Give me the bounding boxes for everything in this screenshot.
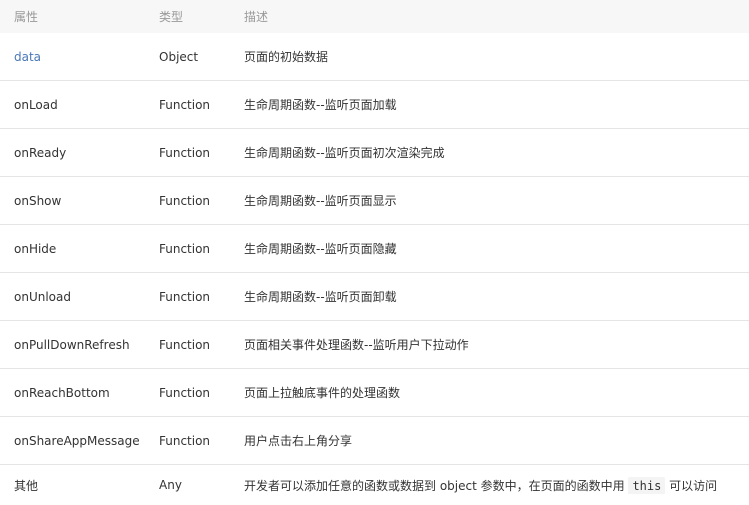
table-row: onLoad Function 生命周期函数--监听页面加载 bbox=[0, 81, 749, 129]
row-type: Function bbox=[159, 241, 211, 256]
row-name: onPullDownRefresh bbox=[14, 337, 130, 352]
row-type: Function bbox=[159, 385, 211, 400]
row-desc: 开发者可以添加任意的函数或数据到 object 参数中，在页面的函数中用 thi… bbox=[244, 476, 749, 494]
table-row: onReady Function 生命周期函数--监听页面初次渲染完成 bbox=[0, 129, 749, 177]
row-desc: 生命周期函数--监听页面初次渲染完成 bbox=[244, 146, 445, 160]
row-name: onShow bbox=[14, 193, 62, 208]
row-desc: 生命周期函数--监听页面卸载 bbox=[244, 290, 397, 304]
row-type: Object bbox=[159, 49, 199, 64]
table-row: data Object 页面的初始数据 bbox=[0, 33, 749, 81]
row-desc: 页面上拉触底事件的处理函数 bbox=[244, 386, 401, 400]
table-row: onUnload Function 生命周期函数--监听页面卸载 bbox=[0, 273, 749, 321]
desc-text-pre: 开发者可以添加任意的函数或数据到 object 参数中，在页面的函数中用 bbox=[244, 478, 629, 493]
row-type: Any bbox=[159, 478, 182, 492]
table-row: onShareAppMessage Function 用户点击右上角分享 bbox=[0, 417, 749, 465]
row-name: onReachBottom bbox=[14, 385, 110, 400]
header-type: 类型 bbox=[159, 10, 184, 24]
table-row: 其他 Any 开发者可以添加任意的函数或数据到 object 参数中，在页面的函… bbox=[0, 465, 749, 505]
table-row: onPullDownRefresh Function 页面相关事件处理函数--监… bbox=[0, 321, 749, 369]
row-type: Function bbox=[159, 97, 211, 112]
row-name: data bbox=[0, 50, 159, 64]
row-desc: 生命周期函数--监听页面隐藏 bbox=[244, 242, 397, 256]
row-type: Function bbox=[159, 289, 211, 304]
row-name: onShareAppMessage bbox=[14, 433, 140, 448]
row-name: onUnload bbox=[14, 289, 71, 304]
table-header: 属性 类型 描述 bbox=[0, 0, 749, 33]
table-row: onHide Function 生命周期函数--监听页面隐藏 bbox=[0, 225, 749, 273]
row-desc: 用户点击右上角分享 bbox=[244, 434, 353, 448]
row-desc: 生命周期函数--监听页面显示 bbox=[244, 194, 397, 208]
row-type: Function bbox=[159, 193, 211, 208]
desc-text-post: 可以访问 bbox=[665, 478, 718, 493]
header-desc: 描述 bbox=[244, 10, 269, 24]
header-name: 属性 bbox=[14, 10, 39, 24]
row-desc: 页面的初始数据 bbox=[244, 50, 329, 64]
row-desc: 生命周期函数--监听页面加载 bbox=[244, 98, 397, 112]
row-name: onReady bbox=[14, 145, 67, 160]
data-link[interactable]: data bbox=[14, 50, 41, 64]
row-desc: 页面相关事件处理函数--监听用户下拉动作 bbox=[244, 338, 469, 352]
row-name: 其他 bbox=[14, 478, 39, 493]
inline-code: this bbox=[628, 476, 666, 494]
row-name: onLoad bbox=[14, 97, 58, 112]
properties-table: 属性 类型 描述 data Object 页面的初始数据 onLoad Func… bbox=[0, 0, 749, 505]
row-name: onHide bbox=[14, 241, 57, 256]
row-type: Function bbox=[159, 337, 211, 352]
table-row: onReachBottom Function 页面上拉触底事件的处理函数 bbox=[0, 369, 749, 417]
row-type: Function bbox=[159, 433, 211, 448]
row-type: Function bbox=[159, 145, 211, 160]
table-row: onShow Function 生命周期函数--监听页面显示 bbox=[0, 177, 749, 225]
